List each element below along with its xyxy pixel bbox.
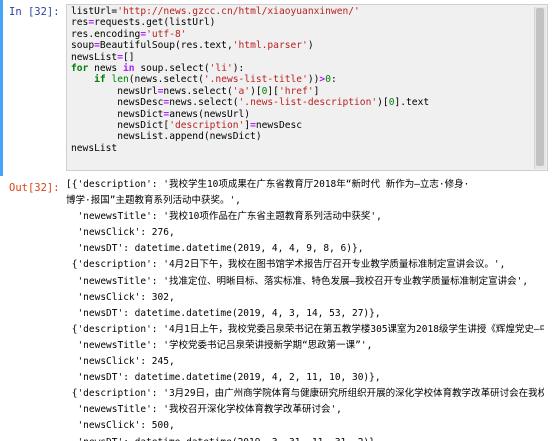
code-token: 'description'	[169, 119, 245, 131]
code-token: newsList.append(newsDict)	[71, 131, 262, 143]
code-token: if	[94, 74, 106, 86]
output-line: {'description': '4月1日上午，我校党委吕泉荣书记在第五教学楼3…	[71, 323, 544, 335]
output-line: 'newsClick': 276,	[66, 227, 175, 239]
code-line: soup=BeautifulSoup(res.text,'html.parser…	[71, 40, 536, 51]
output-line: [{'description': '我校学生10项成果在广东省教育厅2018年“…	[66, 179, 470, 190]
output-line: 'newsClick': 500,	[66, 420, 175, 432]
code-token: news.select(	[163, 85, 233, 97]
code-line: newsDict=anews(newsUrl)	[71, 109, 536, 120]
code-scrollbar-thumb[interactable]	[536, 8, 544, 166]
code-token: '.news-list-description'	[238, 97, 378, 109]
code-token: soup.select(	[134, 62, 210, 74]
code-token: 'html.parser'	[232, 40, 308, 52]
output-line: 'newewsTitle': '学校党委书记吕泉荣讲授新学期“思政第一课”',	[66, 339, 373, 351]
code-cell-input[interactable]: listUrl='http://news.gzcc.cn/html/xiaoyu…	[66, 4, 548, 171]
code-token: '.news-list-title'	[203, 74, 308, 86]
code-token: BeautifulSoup(res.text,	[99, 40, 233, 52]
code-token: for	[71, 62, 89, 74]
code-token: requests.get(listUrl)	[94, 17, 216, 29]
code-token: ][	[267, 85, 279, 97]
code-line: newsDict['description']=newsDesc	[71, 120, 536, 131]
code-line: newsUrl=news.select('a')[0]['href']	[71, 86, 536, 97]
code-token: news	[88, 62, 123, 74]
code-token: newsList	[71, 51, 118, 63]
code-token: 'utf-8'	[146, 28, 187, 40]
output-line: 'newsClick': 245,	[66, 356, 175, 368]
code-line: for news in soup.select('li'):	[71, 63, 536, 74]
output-line: 博学·报国”主题教育系列活动中获奖。',	[66, 195, 241, 207]
code-token: 'a'	[232, 85, 251, 97]
code-line: res=requests.get(listUrl)	[71, 17, 536, 28]
code-token: 'href'	[278, 85, 314, 97]
output-line: 'newewsTitle': '我校召开深化学校体育教学改革研讨会',	[66, 404, 342, 416]
code-token: 'li'	[209, 62, 233, 74]
output-line: 'newsDT': datetime.datetime(2019, 4, 3, …	[66, 307, 381, 319]
code-token: newsDict	[71, 108, 164, 120]
output-line: 'newewsTitle': '我校10项作品在广东省主题教育系列活动中获奖',	[66, 211, 382, 223]
code-editor[interactable]: listUrl='http://news.gzcc.cn/html/xiaoyu…	[71, 6, 536, 170]
cell-output-area: [{'description': '我校学生10项成果在广东省教育厅2018年“…	[66, 177, 544, 441]
code-token: ].text	[394, 97, 430, 109]
code-token: (news.select(	[128, 74, 204, 86]
code-token: :	[330, 74, 337, 86]
code-line: if len(news.select('.news-list-title'))>…	[71, 74, 536, 85]
cell-selection-bar	[0, 0, 3, 176]
output-line: {'description': '4月2日下午，我校在图书馆学术报告厅召开专业教…	[66, 259, 506, 271]
code-scrollbar[interactable]	[534, 7, 546, 169]
input-prompt: In [32]:	[9, 6, 60, 18]
code-token: len	[111, 74, 129, 86]
code-token: )	[307, 40, 314, 52]
code-token: []	[123, 51, 135, 63]
output-line: 'newewsTitle': '找准定位、明晰目标、落实标准、特色发展—我校召开…	[66, 275, 529, 287]
code-line: newsList.append(newsDict)	[71, 131, 536, 142]
code-token: ))	[307, 74, 320, 86]
code-token: ]	[313, 85, 320, 97]
output-line: 'newsDT': datetime.datetime(2019, 3, 31,…	[66, 435, 544, 441]
code-line: newsDesc=news.select('.news-list-descrip…	[71, 97, 536, 108]
output-line: {'description': '3月29日，由广州商学院体育与健康研究所组织开…	[71, 388, 544, 400]
code-token: newsDesc	[71, 97, 164, 109]
code-line: listUrl='http://news.gzcc.cn/html/xiaoyu…	[71, 6, 536, 17]
code-token: ):	[232, 62, 245, 74]
code-token: )[	[250, 85, 262, 97]
code-token: newsDict[	[71, 119, 170, 131]
code-token: 'http://news.gzcc.cn/html/xiaoyuanxinwen…	[117, 6, 360, 17]
code-line: res.encoding='utf-8'	[71, 29, 536, 40]
output-line: 'newsDT': datetime.datetime(2019, 4, 2, …	[66, 372, 381, 384]
code-token: listUrl=	[71, 6, 118, 17]
code-token: )[	[377, 97, 389, 109]
code-token: res	[71, 17, 89, 29]
code-token: newsUrl	[71, 85, 158, 97]
code-token: newsList	[71, 142, 118, 154]
code-token: anews(newsUrl)	[169, 108, 251, 120]
code-line: newsList=[]	[71, 52, 536, 63]
output-prompt: Out[32]:	[9, 182, 60, 194]
code-token: news.select(	[169, 97, 239, 109]
code-token: newsDesc	[255, 119, 303, 131]
code-token: in	[122, 62, 135, 74]
code-token: soup	[71, 40, 95, 52]
code-line: newsList	[71, 143, 536, 154]
output-line: 'newsDT': datetime.datetime(2019, 4, 4, …	[66, 243, 364, 255]
output-line: 'newsClick': 302,	[66, 291, 175, 303]
code-token: res.encoding	[71, 28, 141, 40]
